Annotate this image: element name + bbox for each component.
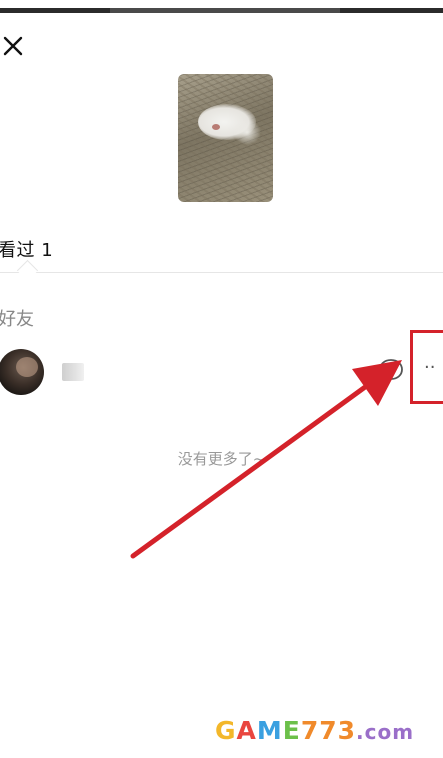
no-more-text: 没有更多了~ <box>177 450 266 468</box>
friends-section-title: 好友 <box>0 309 34 330</box>
watermark-number: 773 <box>300 716 357 745</box>
watermark-letter-g: G <box>215 716 237 745</box>
watermark-letter-m: M <box>256 716 283 745</box>
avatar[interactable] <box>0 349 44 395</box>
comment-icon[interactable] <box>376 356 406 386</box>
tab-divider <box>0 272 443 273</box>
tab-indicator-caret <box>16 259 39 282</box>
dog-spot <box>212 124 220 130</box>
friend-list-item[interactable]: ■ ·· <box>0 346 443 398</box>
watermark-domain: .com <box>356 720 415 744</box>
dog-shape-head <box>233 119 261 145</box>
close-icon <box>3 36 23 56</box>
site-watermark: GAME773.com <box>215 716 414 745</box>
close-button[interactable] <box>0 30 28 58</box>
friend-name: ■ <box>62 363 84 381</box>
status-bar <box>0 8 443 13</box>
watermark-letter-a: A <box>236 716 257 745</box>
tab-viewed[interactable]: 看过 1 <box>0 236 53 262</box>
watermark-letter-e: E <box>282 716 301 745</box>
highlight-box-annotation <box>410 330 443 404</box>
moment-thumbnail[interactable] <box>178 74 273 202</box>
